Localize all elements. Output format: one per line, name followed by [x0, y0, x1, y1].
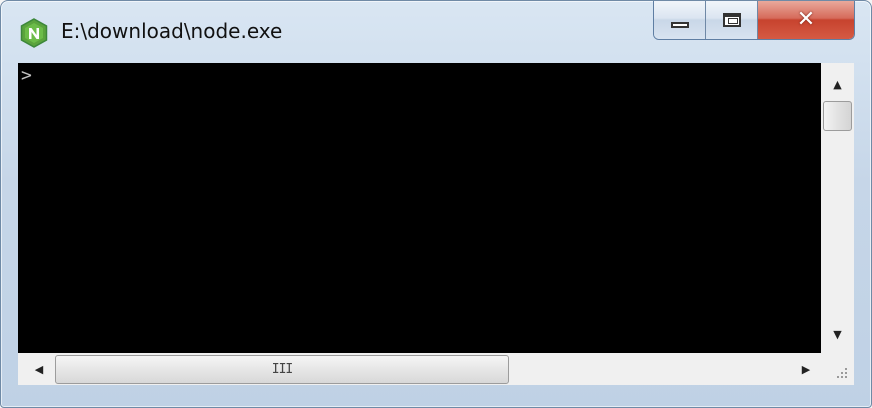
repl-prompt: >	[21, 65, 32, 86]
window-title: E:\download\node.exe	[61, 19, 283, 43]
console-output-area[interactable]: >	[18, 63, 821, 353]
maximize-button[interactable]	[706, 1, 758, 39]
horizontal-scroll-thumb[interactable]: III	[55, 355, 509, 384]
nodejs-hexagon-icon[interactable]	[19, 18, 49, 48]
caption-buttons: ✕	[653, 1, 855, 40]
scroll-down-arrow-icon[interactable]: ▼	[821, 319, 854, 349]
minimize-icon	[670, 22, 689, 28]
scroll-right-arrow-icon[interactable]: ▶	[791, 353, 821, 385]
vertical-scroll-thumb[interactable]	[823, 101, 852, 131]
close-icon: ✕	[796, 7, 816, 32]
minimize-button[interactable]	[654, 1, 706, 39]
scrollbar-corner	[821, 353, 854, 385]
title-bar[interactable]: E:\download\node.exe ✕	[1, 1, 871, 63]
window-bottom-frame	[1, 385, 871, 407]
resize-grip-icon[interactable]	[834, 365, 848, 379]
scroll-left-arrow-icon[interactable]: ◀	[24, 353, 54, 385]
vertical-scrollbar[interactable]: ▲ ▼	[821, 63, 854, 353]
close-button[interactable]: ✕	[758, 1, 854, 39]
maximize-icon	[722, 13, 741, 27]
thumb-grip-icon: III	[271, 362, 294, 377]
horizontal-scrollbar[interactable]: ◀ III ▶	[18, 353, 821, 385]
console-window: E:\download\node.exe ✕ > ▲ ▼ ◀ III ▶	[0, 0, 872, 408]
scroll-up-arrow-icon[interactable]: ▲	[821, 69, 854, 99]
